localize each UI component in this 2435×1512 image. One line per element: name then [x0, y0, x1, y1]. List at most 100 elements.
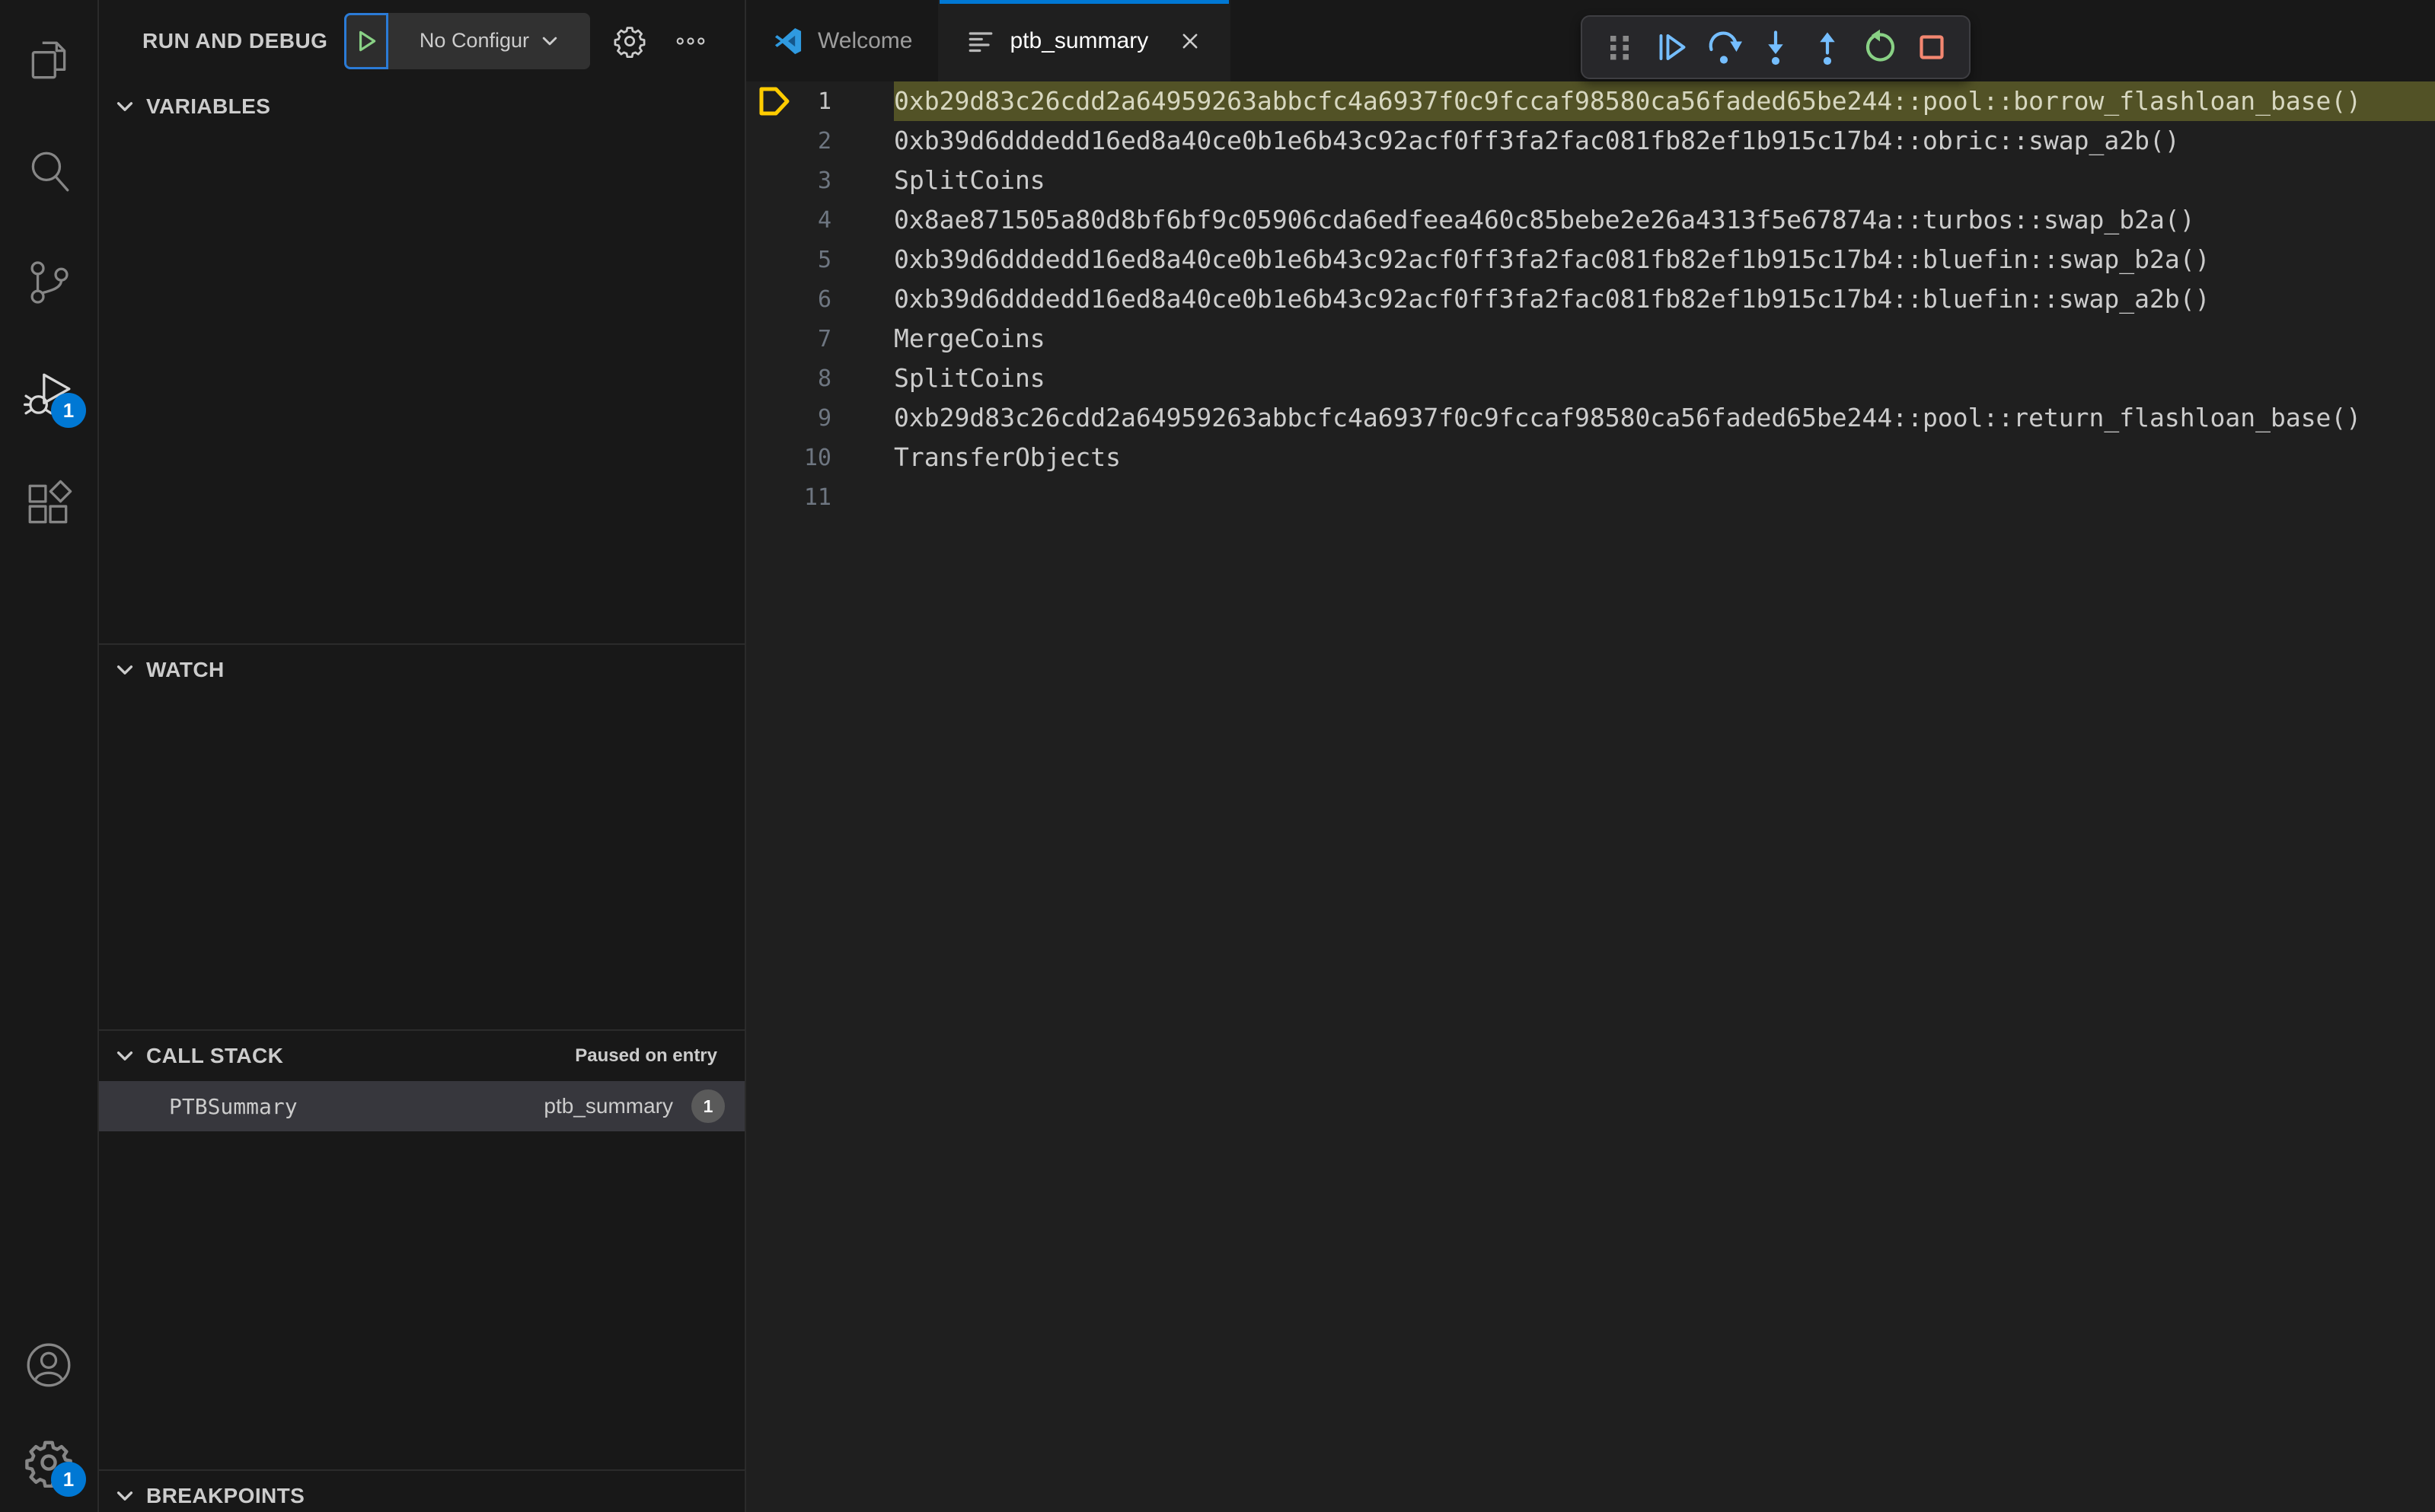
code-line[interactable]: 5 0xb39d6dddedd16ed8a40ce0b1e6b43c92acf0…: [746, 240, 2435, 279]
debug-current-line-arrow-icon: [759, 87, 790, 116]
sidebar-header: RUN AND DEBUG No Configur: [99, 0, 745, 81]
chevron-down-icon: [116, 1491, 133, 1501]
code-line[interactable]: 8 SplitCoins: [746, 359, 2435, 398]
call-stack-label: CALL STACK: [146, 1044, 284, 1067]
breakpoints-section-header[interactable]: BREAKPOINTS: [99, 1471, 745, 1512]
start-debug-button[interactable]: [344, 12, 389, 69]
breakpoint-gutter[interactable]: [746, 359, 801, 398]
breakpoint-gutter[interactable]: [746, 81, 801, 121]
variables-label: VARIABLES: [146, 94, 271, 118]
line-text: 0xb39d6dddedd16ed8a40ce0b1e6b43c92acf0ff…: [894, 126, 2180, 155]
breakpoint-gutter[interactable]: [746, 161, 801, 200]
step-out-icon[interactable]: [1807, 26, 1848, 69]
watch-label: WATCH: [146, 658, 225, 681]
debug-settings-gear-icon[interactable]: [608, 20, 651, 62]
line-number: 9: [817, 404, 831, 432]
line-number: 6: [817, 285, 831, 313]
breakpoint-gutter[interactable]: [746, 319, 801, 359]
settings-gear-icon[interactable]: 1: [19, 1433, 86, 1497]
line-number: 1: [817, 88, 831, 115]
chevron-down-icon: [116, 665, 133, 675]
settings-badge: 1: [51, 1462, 86, 1497]
breakpoint-gutter[interactable]: [746, 200, 801, 240]
debug-sidebar: RUN AND DEBUG No Configur VARIABLES WATC…: [99, 0, 746, 1512]
toolbar-drag-handle[interactable]: [1599, 26, 1640, 69]
line-text: TransferObjects: [894, 442, 1122, 472]
explorer-icon[interactable]: [19, 30, 78, 90]
variables-section-header[interactable]: VARIABLES: [99, 81, 745, 132]
line-number: 7: [817, 325, 831, 352]
breakpoint-gutter[interactable]: [746, 240, 801, 279]
tab-ptb-summary[interactable]: ptb_summary: [940, 0, 1231, 81]
step-into-icon[interactable]: [1755, 26, 1796, 69]
line-text: 0xb29d83c26cdd2a64959263abbcfc4a6937f0c9…: [894, 81, 2435, 121]
more-actions-icon[interactable]: [669, 20, 712, 62]
call-stack-row[interactable]: PTBSummary ptb_summary 1: [99, 1081, 745, 1131]
code-line[interactable]: 6 0xb39d6dddedd16ed8a40ce0b1e6b43c92acf0…: [746, 279, 2435, 319]
line-number: 10: [803, 444, 831, 471]
code-line[interactable]: 4 0x8ae871505a80d8bf6bf9c05906cda6edfeea…: [746, 200, 2435, 240]
chevron-down-icon: [116, 102, 133, 111]
preview-lines-icon: [969, 31, 993, 52]
vscode-logo-icon: [774, 27, 802, 54]
line-text: [894, 477, 2435, 517]
breakpoint-gutter[interactable]: [746, 279, 801, 319]
breakpoint-gutter[interactable]: [746, 121, 801, 161]
line-number: 4: [817, 206, 831, 234]
line-number: 3: [817, 167, 831, 194]
code-line[interactable]: 3 SplitCoins: [746, 161, 2435, 200]
chevron-down-icon: [116, 1051, 133, 1061]
sidebar-title: RUN AND DEBUG: [142, 28, 328, 53]
vscode-window: 1 1 RUN AND DEBUG No Configur VARIABLES …: [0, 0, 2435, 1512]
line-number: 2: [817, 127, 831, 155]
debug-config-label: No Configur: [419, 29, 529, 52]
watch-section: WATCH: [99, 643, 745, 1029]
breakpoint-gutter[interactable]: [746, 477, 801, 517]
editor-code-pane[interactable]: 1 0xb29d83c26cdd2a64959263abbcfc4a6937f0…: [746, 81, 2435, 1512]
launch-control: No Configur: [344, 12, 591, 69]
activity-bar: 1 1: [0, 0, 99, 1512]
call-stack-section-header[interactable]: CALL STACK Paused on entry: [99, 1031, 745, 1081]
editor-area: Welcome ptb_summary 1 0xb29d83c26cdd2a64…: [746, 0, 2435, 1512]
line-text: SplitCoins: [894, 165, 1045, 195]
line-text: SplitCoins: [894, 363, 1045, 393]
line-number: 11: [803, 483, 831, 511]
line-text: 0xb39d6dddedd16ed8a40ce0b1e6b43c92acf0ff…: [894, 284, 2210, 314]
code-line[interactable]: 11: [746, 477, 2435, 517]
watch-section-header[interactable]: WATCH: [99, 645, 745, 695]
debug-config-dropdown[interactable]: No Configur: [388, 12, 591, 69]
run-and-debug-icon[interactable]: 1: [19, 364, 86, 428]
close-tab-icon[interactable]: [1177, 28, 1203, 54]
call-stack-frame-name: PTBSummary: [169, 1093, 298, 1119]
breakpoint-gutter[interactable]: [746, 438, 801, 477]
code-line[interactable]: 9 0xb29d83c26cdd2a64959263abbcfc4a6937f0…: [746, 398, 2435, 438]
step-over-icon[interactable]: [1703, 26, 1744, 69]
call-stack-row-meta: ptb_summary 1: [544, 1089, 725, 1123]
line-text: 0x8ae871505a80d8bf6bf9c05906cda6edfeea46…: [894, 205, 2195, 234]
line-number: 8: [817, 365, 831, 392]
variables-section: VARIABLES: [99, 81, 745, 643]
code-line[interactable]: 2 0xb39d6dddedd16ed8a40ce0b1e6b43c92acf0…: [746, 121, 2435, 161]
call-stack-section: CALL STACK Paused on entry PTBSummary pt…: [99, 1029, 745, 1469]
continue-icon[interactable]: [1651, 26, 1692, 69]
line-text: 0xb29d83c26cdd2a64959263abbcfc4a6937f0c9…: [894, 403, 2362, 432]
tab-welcome-label: Welcome: [818, 27, 913, 53]
line-text: MergeCoins: [894, 324, 1045, 353]
breakpoint-gutter[interactable]: [746, 398, 801, 438]
debug-toolbar: [1581, 15, 1971, 79]
code-line[interactable]: 7 MergeCoins: [746, 319, 2435, 359]
debug-badge: 1: [51, 393, 86, 428]
search-icon[interactable]: [19, 142, 78, 201]
code-line[interactable]: 1 0xb29d83c26cdd2a64959263abbcfc4a6937f0…: [746, 81, 2435, 121]
extensions-icon[interactable]: [19, 475, 78, 534]
call-stack-file-label: ptb_summary: [544, 1094, 673, 1118]
line-text: 0xb39d6dddedd16ed8a40ce0b1e6b43c92acf0ff…: [894, 244, 2210, 274]
call-stack-count-badge: 1: [691, 1089, 725, 1123]
tab-welcome[interactable]: Welcome: [746, 0, 940, 81]
accounts-icon[interactable]: [19, 1335, 78, 1395]
stop-icon[interactable]: [1911, 26, 1952, 69]
code-line[interactable]: 10 TransferObjects: [746, 438, 2435, 477]
restart-icon[interactable]: [1859, 26, 1900, 69]
source-control-icon[interactable]: [19, 253, 78, 312]
breakpoints-label: BREAKPOINTS: [146, 1484, 305, 1507]
